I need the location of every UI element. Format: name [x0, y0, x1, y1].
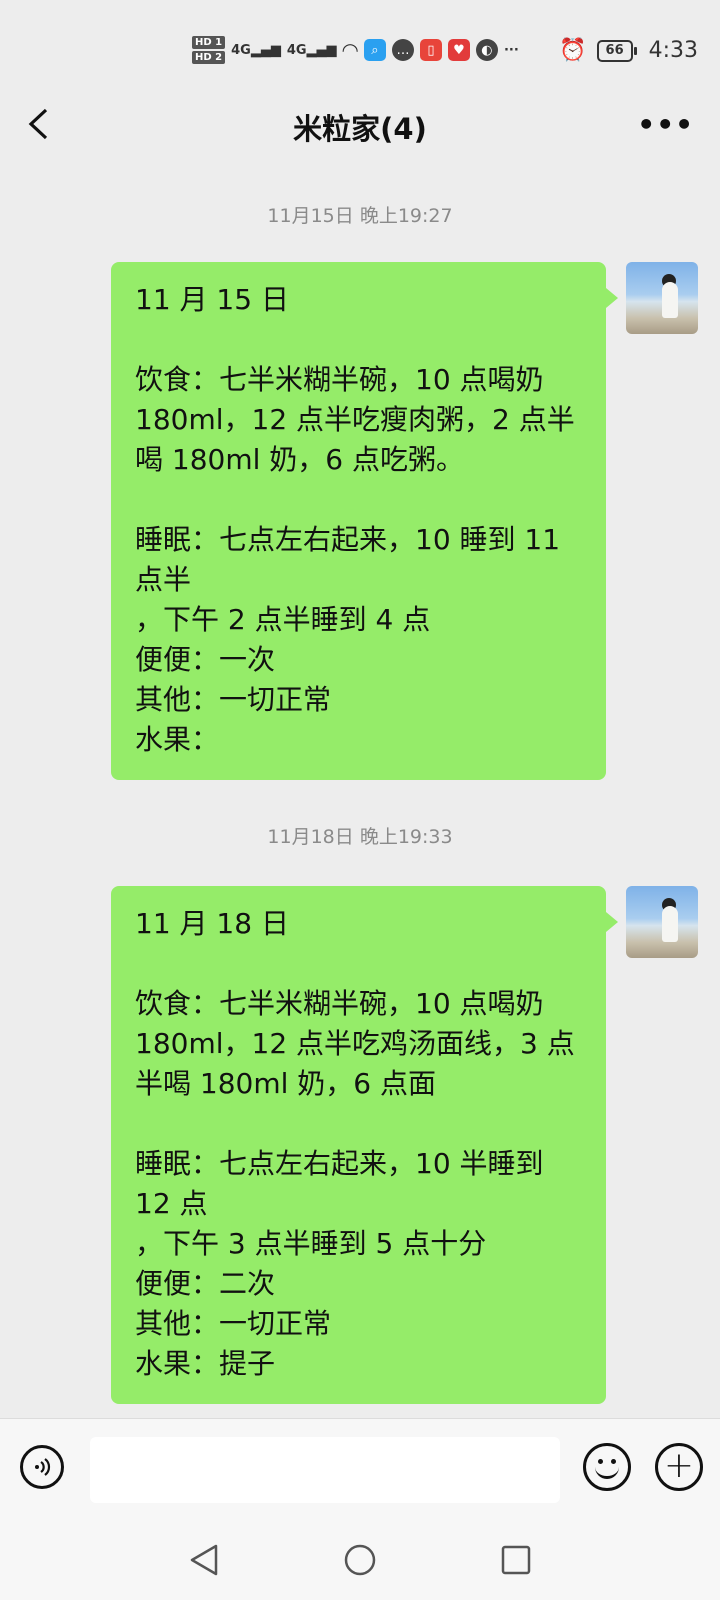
hd1-label: HD 1 [192, 36, 226, 49]
message-line: 饮食：七半米糊半碗，10 点喝奶 180ml，12 点半吃瘦肉粥，2 点半喝 1… [135, 363, 575, 476]
chat-input-bar: + [0, 1418, 720, 1519]
message-line [135, 320, 582, 360]
message-line: 11 月 15 日 [135, 283, 289, 316]
message-line: 其他：一切正常 [135, 1307, 332, 1340]
message-line: 其他：一切正常 [135, 683, 332, 716]
triangle-back-icon [190, 1544, 218, 1576]
status-icons-left: HD 1 HD 2 4G▂▄▆ 4G▂▄▆ ◠ ⌕ … ▯ ♥ ◐ ··· [192, 36, 519, 64]
more-functions-button[interactable]: + [655, 1443, 703, 1491]
chat-bubble-icon: … [391, 39, 414, 61]
hd-indicator: HD 1 HD 2 [192, 36, 226, 64]
clock: 4:33 [648, 38, 698, 63]
more-notifications-icon: ··· [503, 42, 519, 58]
message-line: 便便：二次 [135, 1267, 276, 1300]
message-line: 睡眠：七点左右起来，10 半睡到 12 点 [135, 1147, 553, 1220]
message-line: 水果： [135, 723, 220, 756]
chat-header: 米粒家(4) ••• [0, 90, 720, 160]
nav-home-button[interactable] [340, 1540, 380, 1580]
nav-back-button[interactable] [184, 1540, 224, 1580]
message-line: ，下午 2 点半睡到 4 点 [135, 603, 431, 636]
signal-icon-2: 4G▂▄▆ [286, 42, 337, 58]
signal-label-1: 4G [231, 42, 251, 58]
heart-app-icon: ♥ [447, 39, 470, 61]
square-recents-icon [501, 1545, 531, 1575]
plus-icon: + [663, 1445, 695, 1486]
message-line: 睡眠：七点左右起来，10 睡到 11 点半 [135, 523, 569, 596]
alarm-icon: ⏰ [559, 38, 587, 63]
message-line: 饮食：七半米糊半碗，10 点喝奶 180ml，12 点半吃鸡汤面线，3 点半喝 … [135, 987, 575, 1100]
message-timestamp: 11月18日 晚上19:33 [267, 826, 453, 848]
book-app-icon: ▯ [419, 39, 442, 61]
avatar[interactable] [626, 262, 698, 334]
chat-title: 米粒家(4) [293, 112, 427, 146]
message-line: 水果：提子 [135, 1347, 276, 1380]
emoji-icon [598, 1459, 603, 1464]
message-bubble[interactable]: 11 月 18 日 饮食：七半米糊半碗，10 点喝奶 180ml，12 点半吃鸡… [111, 886, 618, 1404]
message-line [135, 1104, 582, 1144]
message-line [135, 944, 582, 984]
message-line: 11 月 18 日 [135, 907, 289, 940]
message-line: 便便：一次 [135, 643, 276, 676]
compass-app-icon: ◐ [475, 39, 498, 61]
message-input[interactable] [90, 1437, 560, 1503]
message-line [135, 480, 582, 520]
message-line: ，下午 3 点半睡到 5 点十分 [135, 1227, 487, 1260]
status-icons-right: ⏰ 66 4:33 [559, 38, 698, 63]
voice-icon [35, 1458, 51, 1476]
message-bubble[interactable]: 11 月 15 日 饮食：七半米糊半碗，10 点喝奶 180ml，12 点半吃瘦… [111, 262, 618, 780]
circle-home-icon [344, 1544, 376, 1576]
emoji-button[interactable] [583, 1443, 631, 1491]
search-app-icon: ⌕ [363, 39, 386, 61]
emoji-icon-eye [611, 1459, 616, 1464]
signal-label-2: 4G [286, 42, 307, 58]
emoji-icon-mouth [595, 1467, 619, 1479]
more-options-icon[interactable]: ••• [637, 108, 694, 141]
nav-recents-button[interactable] [496, 1540, 536, 1580]
hd2-label: HD 2 [192, 51, 226, 64]
status-bar: HD 1 HD 2 4G▂▄▆ 4G▂▄▆ ◠ ⌕ … ▯ ♥ ◐ ··· ⏰ … [0, 0, 720, 100]
signal-icon-1: 4G▂▄▆ [231, 42, 281, 58]
wifi-icon: ◠ [342, 38, 358, 62]
voice-input-button[interactable] [20, 1445, 64, 1489]
system-nav-bar [0, 1518, 720, 1600]
message-timestamp: 11月15日 晚上19:27 [267, 205, 453, 227]
avatar[interactable] [626, 886, 698, 958]
battery-icon: 66 [596, 39, 637, 62]
